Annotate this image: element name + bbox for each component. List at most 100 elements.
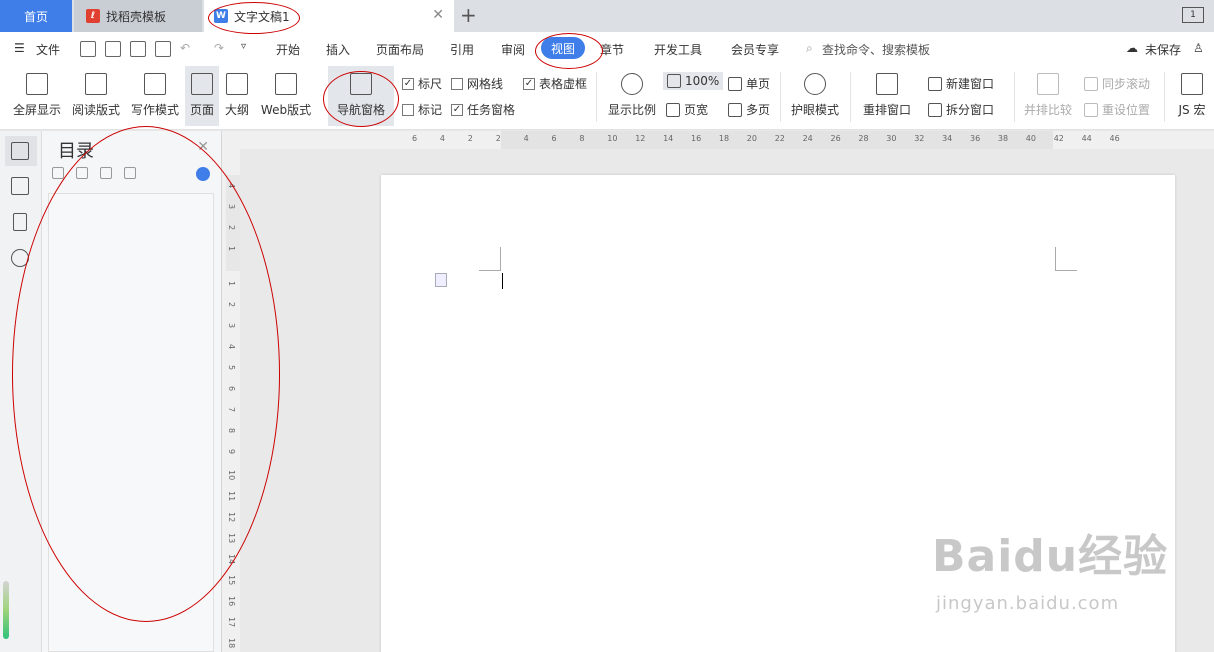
- scroll-indicator: [3, 581, 9, 639]
- checkmark-icon: ✓: [523, 77, 535, 90]
- split-window-icon: [928, 102, 942, 117]
- menu-start[interactable]: 开始: [276, 41, 300, 58]
- ruler-tick-label: 18: [227, 638, 236, 649]
- eye-care-button[interactable]: 护眼模式: [786, 66, 844, 126]
- ruler-tick-label: 2: [467, 134, 473, 143]
- single-page-button[interactable]: 单页: [728, 75, 770, 92]
- bookmark-icon[interactable]: [13, 213, 27, 231]
- menu-insert[interactable]: 插入: [326, 41, 350, 58]
- app-window: 首页 ℓ 找稻壳模板 W 文字文稿1 ✕ + 1 ☰ 文件 ↶ ↷ ▿ 开始 插…: [0, 0, 1214, 652]
- collapse-all-icon[interactable]: [76, 167, 88, 179]
- web-layout-button[interactable]: Web版式: [256, 66, 316, 126]
- print-icon[interactable]: [130, 41, 146, 57]
- book-icon: [85, 73, 107, 95]
- read-mode-button[interactable]: 阅读版式: [68, 66, 124, 126]
- ruler-tick-label: 3: [227, 204, 236, 210]
- multi-page-button[interactable]: 多页: [728, 101, 770, 118]
- ruler-tick-label: 7: [227, 407, 236, 413]
- page-view-label: 页面: [189, 103, 214, 117]
- rearrange-window-button[interactable]: 重排窗口: [856, 66, 918, 126]
- menu-reference[interactable]: 引用: [450, 41, 474, 58]
- menu-review[interactable]: 审阅: [501, 41, 525, 58]
- tab-document[interactable]: W 文字文稿1 ✕: [204, 0, 454, 32]
- smart-toc-icon[interactable]: [196, 167, 210, 181]
- ruler-tick-label: 13: [227, 533, 236, 544]
- checkmark-icon: ✓: [451, 103, 463, 116]
- search-input[interactable]: 查找命令、搜索模板: [822, 41, 930, 58]
- paragraph-layout-icon[interactable]: [435, 273, 447, 287]
- user-share-icon[interactable]: ♙: [1193, 41, 1204, 55]
- new-window-button[interactable]: 新建窗口: [928, 75, 994, 92]
- menu-file[interactable]: 文件: [36, 41, 60, 58]
- tab-template[interactable]: ℓ 找稻壳模板: [74, 0, 202, 32]
- ruler-tick-label: 4: [227, 183, 236, 189]
- navpane-label: 导航窗格: [336, 103, 385, 117]
- ruler-tick-label: 10: [227, 470, 236, 481]
- tablegrid-checkbox[interactable]: ✓ 表格虚框: [523, 75, 587, 92]
- ruler-checkbox[interactable]: ✓ 标尺: [402, 75, 442, 92]
- expand-all-icon[interactable]: [52, 167, 64, 179]
- single-page-label: 单页: [746, 77, 771, 91]
- ruler-tick-label: 16: [691, 134, 702, 143]
- window-switch-button[interactable]: 1: [1182, 7, 1204, 23]
- sync-scroll-icon: [1084, 76, 1098, 91]
- hamburger-icon[interactable]: ☰: [14, 41, 25, 55]
- menu-chapter[interactable]: 章节: [600, 41, 624, 58]
- rearrange-icon: [876, 73, 898, 95]
- chevron-down-icon[interactable]: ▿: [241, 41, 246, 52]
- js-macro-button[interactable]: JS 宏: [1170, 66, 1214, 126]
- ruler-tick-label: 6: [227, 386, 236, 392]
- tab-home[interactable]: 首页: [0, 0, 72, 32]
- new-tab-icon[interactable]: +: [460, 3, 477, 27]
- search-icon[interactable]: [11, 249, 29, 267]
- fullscreen-button[interactable]: 全屏显示: [8, 66, 66, 126]
- print-preview-icon[interactable]: [155, 41, 171, 57]
- navpane-button[interactable]: 导航窗格: [328, 66, 394, 126]
- redo-icon[interactable]: ↷: [214, 41, 224, 55]
- undo-icon[interactable]: ↶: [180, 41, 190, 55]
- close-icon[interactable]: ✕: [432, 7, 444, 23]
- taskpane-checkbox[interactable]: ✓ 任务窗格: [451, 101, 515, 118]
- ruler-tick-label: 9: [227, 449, 236, 455]
- horizontal-ruler: 6 4 2 2 4 6 8 10 12 14 16 18 20 22 24 26 28 30 32 34 36 38 40 4…: [240, 131, 1214, 149]
- ruler-tick-label: 30: [886, 134, 897, 143]
- ruler-tick-label: 4: [227, 344, 236, 350]
- ruler-label: 标尺: [418, 77, 443, 91]
- chapter-nav-icon[interactable]: [11, 177, 29, 195]
- zoom-100-label: 100%: [685, 74, 720, 88]
- gridline-checkbox[interactable]: 网格线: [451, 75, 503, 92]
- ruler-tick-label: 22: [774, 134, 785, 143]
- menu-devtools[interactable]: 开发工具: [654, 41, 702, 58]
- export-pdf-icon[interactable]: [105, 41, 121, 57]
- split-window-button[interactable]: 拆分窗口: [928, 101, 994, 118]
- zoom-label: 显示比例: [607, 103, 656, 117]
- zoom-100-button[interactable]: 100%: [663, 72, 724, 90]
- remove-heading-icon[interactable]: [124, 167, 136, 179]
- zoom-button[interactable]: 显示比例: [604, 66, 660, 126]
- js-icon: [1181, 73, 1203, 95]
- unsaved-status[interactable]: 未保存: [1145, 41, 1181, 58]
- save-icon[interactable]: [80, 41, 96, 57]
- page-width-icon: [666, 102, 680, 117]
- menu-member[interactable]: 会员专享: [731, 41, 779, 58]
- text-cursor: [502, 273, 503, 289]
- add-heading-icon[interactable]: [100, 167, 112, 179]
- ruler-tick-label: 40: [1025, 134, 1036, 143]
- outline-button[interactable]: 大纲: [221, 66, 253, 126]
- checkmark-icon: ✓: [402, 77, 414, 90]
- tablegrid-label: 表格虚框: [539, 77, 588, 91]
- ruler-tick-label: 1: [227, 246, 236, 252]
- menu-bar: ☰ 文件 ↶ ↷ ▿ 开始 插入 页面布局 引用 审阅 视图 章节 开发工具 会…: [0, 32, 1214, 66]
- toc-icon[interactable]: [11, 142, 29, 160]
- mark-checkbox[interactable]: 标记: [402, 101, 442, 118]
- menu-layout[interactable]: 页面布局: [376, 41, 424, 58]
- write-mode-button[interactable]: 写作模式: [126, 66, 184, 126]
- ruler-tick-label: 42: [1053, 134, 1064, 143]
- page-view-button[interactable]: 页面: [185, 66, 219, 126]
- ruler-tick-label: 6: [551, 134, 557, 143]
- menu-view[interactable]: 视图: [541, 37, 585, 59]
- page-width-button[interactable]: 页宽: [666, 101, 708, 118]
- navigation-pane: 目录 ✕: [42, 131, 222, 652]
- close-icon[interactable]: ✕: [197, 139, 209, 155]
- compare-icon: [1037, 73, 1059, 95]
